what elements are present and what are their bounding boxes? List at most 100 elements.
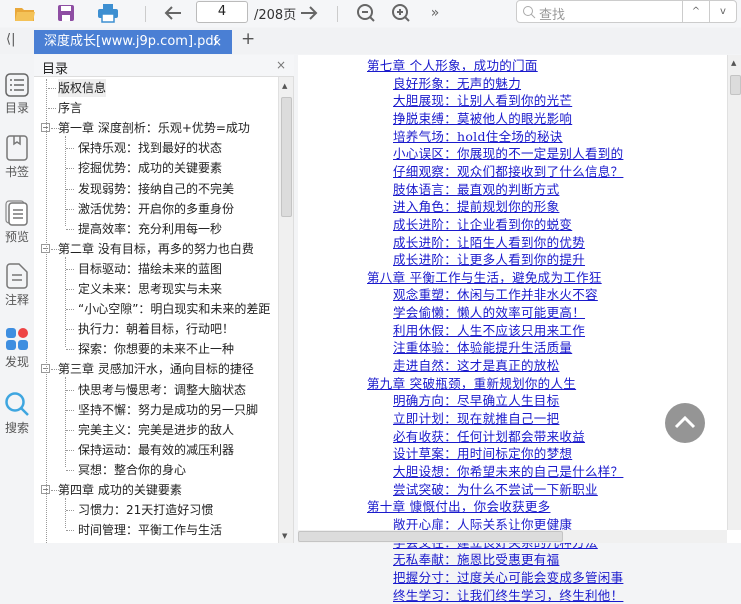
section-link[interactable]: 把握分寸：过度关心可能会变成多管闲事	[393, 567, 623, 586]
note-icon	[6, 263, 28, 289]
search-next-button[interactable]: v	[709, 1, 736, 22]
rail-item-search[interactable]: 搜索	[0, 391, 34, 436]
page-number-input[interactable]: 4	[196, 1, 248, 23]
section-link[interactable]: 挣脱束缚：莫被他人的眼光影响	[393, 108, 572, 127]
section-link[interactable]: 明确方向：尽早确立人生目标	[393, 390, 559, 409]
rail-item-discover[interactable]: 发现	[0, 327, 34, 370]
tab-title: 深度成长[www.j9p.com].pdf	[44, 34, 219, 49]
section-link[interactable]: 立即计划：现在就推自己一把	[393, 408, 559, 427]
toc-item[interactable]: 快思考与慢思考：调整大脑状态	[78, 381, 246, 399]
section-link[interactable]: 无私奉献：施恩比受惠更有福	[393, 549, 559, 568]
section-link[interactable]: 肢体语言：最直观的判断方式	[393, 179, 559, 198]
toc-scrollbar[interactable]: ▲ ▼	[278, 77, 293, 543]
sidebar-rail: 目录 书签 预览 注释 发现 搜索	[0, 55, 34, 543]
chevron-up-icon	[674, 415, 696, 429]
search-box[interactable]: 查找 ^ v	[516, 0, 737, 23]
arrow-right-icon	[301, 6, 318, 20]
bookmark-icon	[6, 135, 28, 161]
section-link[interactable]: 必有收获：任何计划都会带来收益	[393, 426, 585, 445]
new-tab-button[interactable]: +	[241, 29, 255, 49]
rail-item-bookmarks[interactable]: 书签	[0, 135, 34, 180]
section-link[interactable]: 尝试突破：为什么不尝试一下新职业	[393, 479, 598, 498]
rail-item-annotations[interactable]: 注释	[0, 263, 34, 308]
section-link[interactable]: 成长进阶：让陌生人看到你的优势	[393, 232, 585, 251]
toc-item[interactable]: 坚持不懈：努力是成功的另一只脚	[78, 401, 258, 419]
toolbar: 4 /208页 » 查找 ^ v	[0, 0, 741, 27]
toc-item[interactable]: 时间管理：平衡工作与生活	[78, 521, 222, 539]
section-link[interactable]: 培养气场：hold住全场的秘诀	[393, 126, 563, 145]
toc-item[interactable]: 挖掘优势：成功的关键要素	[78, 159, 222, 177]
print-icon	[98, 4, 118, 23]
collapse-sidebar-button[interactable]: ⟨|	[6, 32, 15, 47]
search-prev-button[interactable]: ^	[682, 1, 709, 22]
section-link[interactable]: 学会偷懒：懒人的效率可能更高！	[393, 302, 585, 321]
chapter-link[interactable]: 第七章 个人形象，成功的门面	[367, 55, 538, 74]
toc-item[interactable]: 保持运动：最有效的减压利器	[78, 441, 234, 459]
next-page-button[interactable]	[298, 2, 320, 24]
arrow-left-icon	[164, 6, 181, 20]
toc-item[interactable]: 定义未来：思考现实与未来	[78, 280, 222, 298]
toc-tree: 版权信息 序言 第一章 深度剖析：乐观+优势=成功 − 保持乐观：找到最好的状态 挖掘优势…	[34, 77, 278, 543]
chapter-link[interactable]: 第八章 平衡工作与生活，避免成为工作狂	[367, 267, 602, 286]
rail-label: 目录	[4, 101, 29, 115]
toc-chapter[interactable]: 第二章 没有目标，再多的努力也白费	[58, 240, 254, 258]
section-link[interactable]: 大胆展现：让别人看到你的光芒	[393, 90, 572, 109]
toc-item[interactable]: 目标驱动：描绘未来的蓝图	[78, 260, 222, 278]
toc-item[interactable]: 探索：你想要的未来不止一种	[78, 340, 234, 358]
open-folder-button[interactable]	[14, 2, 36, 24]
document-page: 第七章 个人形象，成功的门面 良好形象：无声的魅力 大胆展现：让别人看到你的光芒 挣脱…	[298, 55, 741, 603]
rail-label: 搜索	[4, 421, 29, 435]
rail-item-toc[interactable]: 目录	[0, 73, 34, 116]
toc-item[interactable]: “小心空隙”：明白现实和未来的差距	[78, 300, 270, 318]
toc-item[interactable]: 发现弱势：接纳自己的不完美	[78, 180, 234, 198]
section-link[interactable]: 小心误区：你展现的不一定是别人看到的	[393, 143, 623, 162]
chapter-link[interactable]: 第十章 慷慨付出，你会收获更多	[367, 496, 550, 515]
toc-item[interactable]: 执行力：朝着目标，行动吧！	[78, 320, 234, 338]
toc-chapter[interactable]: 第一章 深度剖析：乐观+优势=成功	[58, 119, 250, 137]
section-link[interactable]: 良好形象：无声的魅力	[393, 73, 521, 92]
horizontal-scrollbar[interactable]	[298, 530, 727, 543]
section-link[interactable]: 成长进阶：让企业看到你的蜕变	[393, 214, 572, 233]
zoom-in-button[interactable]	[390, 2, 412, 24]
section-link[interactable]: 走进自然：这才是真正的放松	[393, 355, 559, 374]
toc-item[interactable]: 激活优势：开启你的多重身份	[78, 200, 234, 218]
section-link[interactable]: 终生学习：让我们终生学习，终生利他！	[393, 585, 623, 604]
zoom-out-button[interactable]	[355, 2, 377, 24]
toc-chapter[interactable]: 第三章 灵感加汗水，通向目标的捷径	[58, 360, 254, 378]
toc-title: 目录	[42, 62, 69, 77]
section-link[interactable]: 观念重塑：休闲与工作并非水火不容	[393, 284, 598, 303]
section-link[interactable]: 利用休假：人生不应该只用来工作	[393, 320, 585, 339]
rail-label: 发现	[4, 355, 29, 369]
tab-document[interactable]: 深度成长[www.j9p.com].pdf ×	[34, 30, 232, 54]
prev-page-button[interactable]	[162, 2, 184, 24]
scroll-to-top-button[interactable]	[665, 403, 705, 443]
toc-item[interactable]: 提高效率：充分利用每一秒	[78, 220, 222, 238]
section-link[interactable]: 大胆设想：你希望未来的自己是什么样？	[393, 461, 623, 480]
tab-bar: ⟨| 深度成长[www.j9p.com].pdf × +	[0, 28, 741, 54]
toc-item[interactable]: 习惯力：21天打造好习惯	[78, 501, 213, 519]
section-link[interactable]: 仔细观察：观众们都接收到了什么信息？	[393, 161, 623, 180]
section-link[interactable]: 进入角色：提前规划你的形象	[393, 196, 559, 215]
toc-item[interactable]: 冥想：整合你的身心	[78, 461, 186, 479]
section-link[interactable]: 设计草案：用时间标定你的梦想	[393, 443, 572, 462]
save-button[interactable]	[55, 2, 77, 24]
toc-close-button[interactable]: ×	[276, 58, 286, 72]
toc-chapter[interactable]: 第四章 成功的关键要素	[58, 481, 182, 499]
rail-label: 注释	[4, 293, 29, 307]
zoom-in-icon	[392, 4, 410, 22]
search-icon	[5, 392, 29, 416]
chapter-link[interactable]: 第九章 突破瓶颈，重新规划你的人生	[367, 373, 576, 392]
more-tools-button[interactable]: »	[424, 2, 446, 24]
search-icon	[523, 6, 536, 19]
section-link[interactable]: 成长进阶：让更多人看到你的提升	[393, 249, 585, 268]
toc-chapter[interactable]: 序言	[58, 99, 82, 117]
toc-chapter[interactable]: 版权信息	[58, 79, 107, 97]
rail-item-preview[interactable]: 预览	[0, 200, 34, 245]
print-button[interactable]	[97, 2, 119, 24]
toc-item[interactable]: 保持乐观：找到最好的状态	[78, 139, 222, 157]
tab-close-button[interactable]: ×	[212, 30, 222, 54]
rail-label: 预览	[4, 230, 29, 244]
document-scrollbar[interactable]: ▲	[727, 55, 741, 530]
toc-item[interactable]: 完美主义：完美是进步的敌人	[78, 421, 234, 439]
section-link[interactable]: 注重体验：体验能提升生活质量	[393, 337, 572, 356]
